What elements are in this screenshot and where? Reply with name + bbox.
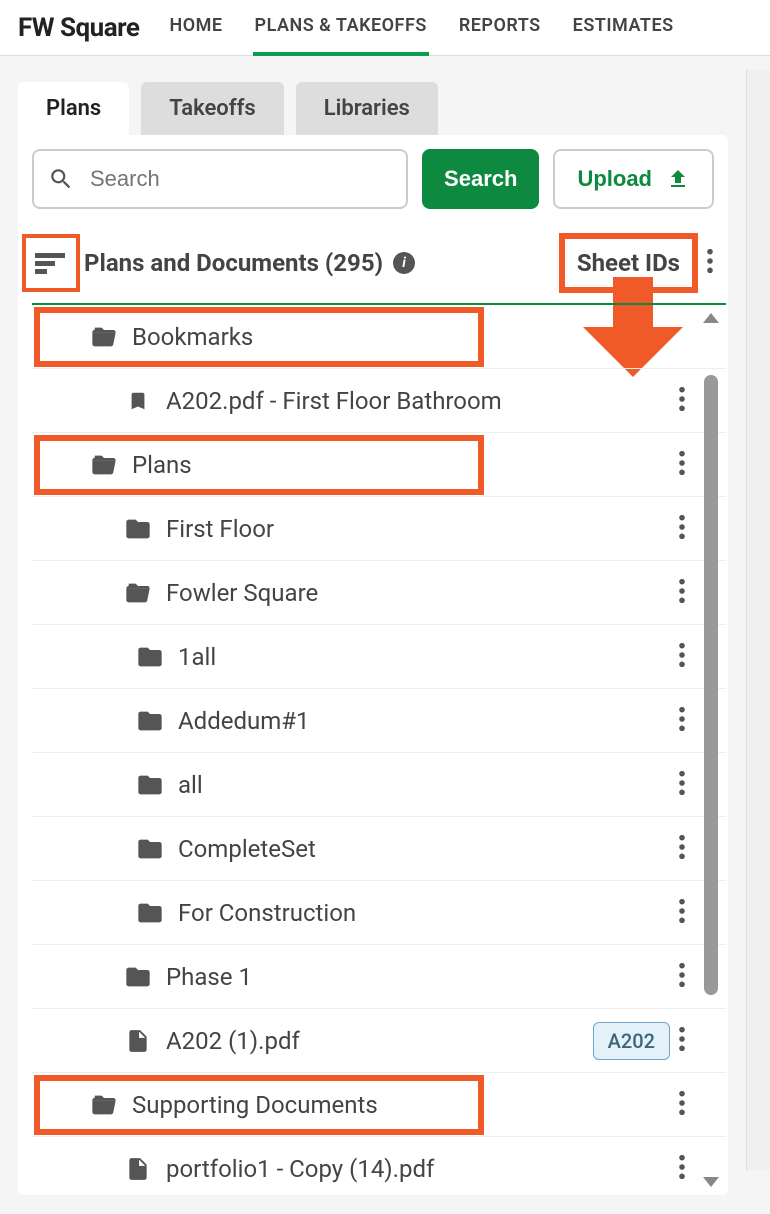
tree-row-label: 1all bbox=[178, 643, 670, 671]
row-options-menu[interactable] bbox=[678, 961, 686, 993]
tree-row-label: Plans bbox=[132, 451, 670, 479]
row-options-menu[interactable] bbox=[678, 705, 686, 737]
right-panel-edge bbox=[746, 70, 770, 1170]
bookmark-icon bbox=[120, 387, 156, 415]
tree-row[interactable]: portfolio1 - Copy (14).pdf bbox=[32, 1137, 726, 1195]
tree-row[interactable]: Addedum#1 bbox=[32, 689, 726, 753]
info-icon[interactable]: i bbox=[393, 252, 415, 274]
tree-row[interactable]: First Floor bbox=[32, 497, 726, 561]
folder-open-icon bbox=[120, 579, 156, 607]
folder-icon bbox=[120, 515, 156, 543]
scroll-up-arrow-icon[interactable] bbox=[703, 313, 719, 323]
tree-row[interactable]: Fowler Square bbox=[32, 561, 726, 625]
sort-icon bbox=[35, 249, 67, 277]
tree-row-label: Supporting Documents bbox=[132, 1091, 670, 1119]
document-tree: Bookmarks A202.pdf - First Floor Bathroom… bbox=[32, 303, 726, 1195]
app-logo-title: FW Square bbox=[18, 13, 139, 43]
tree-row[interactable]: CompleteSet bbox=[32, 817, 726, 881]
nav-home[interactable]: HOME bbox=[167, 0, 224, 56]
file-icon bbox=[120, 1153, 156, 1185]
tree-row[interactable]: all bbox=[32, 753, 726, 817]
tree-row-label: For Construction bbox=[178, 899, 670, 927]
row-options-menu[interactable] bbox=[678, 897, 686, 929]
plans-panel: Search Upload Plans and Documents (295) … bbox=[18, 135, 728, 1195]
tree-row[interactable]: Phase 1 bbox=[32, 945, 726, 1009]
folder-icon bbox=[120, 963, 156, 991]
tree-row-label: Fowler Square bbox=[166, 579, 670, 607]
tree-row[interactable]: Bookmarks bbox=[32, 305, 726, 369]
subtabs: Plans Takeoffs Libraries bbox=[0, 70, 746, 135]
row-options-menu[interactable] bbox=[678, 1153, 686, 1185]
row-options-menu[interactable] bbox=[678, 833, 686, 865]
tree-row-label: A202 (1).pdf bbox=[166, 1027, 585, 1055]
tree-row[interactable]: Plans bbox=[32, 433, 726, 497]
subtab-plans[interactable]: Plans bbox=[18, 82, 129, 135]
tree-row-label: CompleteSet bbox=[178, 835, 670, 863]
row-options-menu[interactable] bbox=[678, 577, 686, 609]
search-button[interactable]: Search bbox=[422, 149, 539, 209]
upload-icon bbox=[666, 167, 690, 191]
tree-row-label: Phase 1 bbox=[166, 963, 670, 991]
row-options-menu[interactable] bbox=[678, 1025, 686, 1057]
folder-icon bbox=[132, 899, 168, 927]
row-options-menu[interactable] bbox=[678, 641, 686, 673]
tree-row-label: First Floor bbox=[166, 515, 670, 543]
tree-row[interactable]: A202 (1).pdf A202 bbox=[32, 1009, 726, 1073]
folder-open-icon bbox=[86, 1091, 122, 1119]
plans-documents-heading: Plans and Documents (295) bbox=[84, 249, 383, 277]
tree-row[interactable]: Supporting Documents bbox=[32, 1073, 726, 1137]
scroll-down-arrow-icon[interactable] bbox=[703, 1177, 719, 1187]
search-icon bbox=[48, 166, 74, 192]
tree-row[interactable]: For Construction bbox=[32, 881, 726, 945]
nav-estimates[interactable]: ESTIMATES bbox=[571, 0, 676, 56]
tree-row-label: Bookmarks bbox=[132, 323, 686, 351]
search-row: Search Upload bbox=[18, 149, 728, 225]
upload-label: Upload bbox=[577, 166, 652, 192]
sort-button[interactable] bbox=[22, 234, 80, 292]
row-options-menu[interactable] bbox=[678, 1089, 686, 1121]
sheet-id-badge[interactable]: A202 bbox=[593, 1022, 670, 1060]
search-input[interactable] bbox=[90, 166, 392, 192]
header-options-menu[interactable] bbox=[706, 247, 714, 279]
row-options-menu[interactable] bbox=[678, 513, 686, 545]
nav-reports[interactable]: REPORTS bbox=[457, 0, 543, 56]
folder-open-icon bbox=[86, 323, 122, 351]
tree-row[interactable]: 1all bbox=[32, 625, 726, 689]
list-header: Plans and Documents (295) i Sheet IDs bbox=[18, 225, 728, 301]
tree-row-label: portfolio1 - Copy (14).pdf bbox=[166, 1155, 670, 1183]
folder-open-icon bbox=[86, 451, 122, 479]
tree-row-label: A202.pdf - First Floor Bathroom bbox=[166, 387, 670, 415]
folder-icon bbox=[132, 771, 168, 799]
row-options-menu[interactable] bbox=[678, 769, 686, 801]
tree-row-label: all bbox=[178, 771, 670, 799]
folder-icon bbox=[132, 835, 168, 863]
subtab-libraries[interactable]: Libraries bbox=[296, 82, 438, 135]
top-navigation: FW Square HOME PLANS & TAKEOFFS REPORTS … bbox=[0, 0, 770, 56]
folder-icon bbox=[132, 707, 168, 735]
folder-icon bbox=[132, 643, 168, 671]
upload-button[interactable]: Upload bbox=[553, 149, 714, 209]
tree-row-label: Addedum#1 bbox=[178, 707, 670, 735]
scroll-thumb[interactable] bbox=[704, 375, 718, 995]
subtab-takeoffs[interactable]: Takeoffs bbox=[141, 82, 283, 135]
tree-scrollbar[interactable] bbox=[700, 313, 722, 1187]
scroll-track[interactable] bbox=[704, 331, 718, 1169]
nav-plans-takeoffs[interactable]: PLANS & TAKEOFFS bbox=[253, 0, 429, 56]
search-box[interactable] bbox=[32, 149, 408, 209]
row-options-menu[interactable] bbox=[678, 449, 686, 481]
tree-row[interactable]: A202.pdf - First Floor Bathroom bbox=[32, 369, 726, 433]
file-icon bbox=[120, 1025, 156, 1057]
row-options-menu[interactable] bbox=[678, 385, 686, 417]
